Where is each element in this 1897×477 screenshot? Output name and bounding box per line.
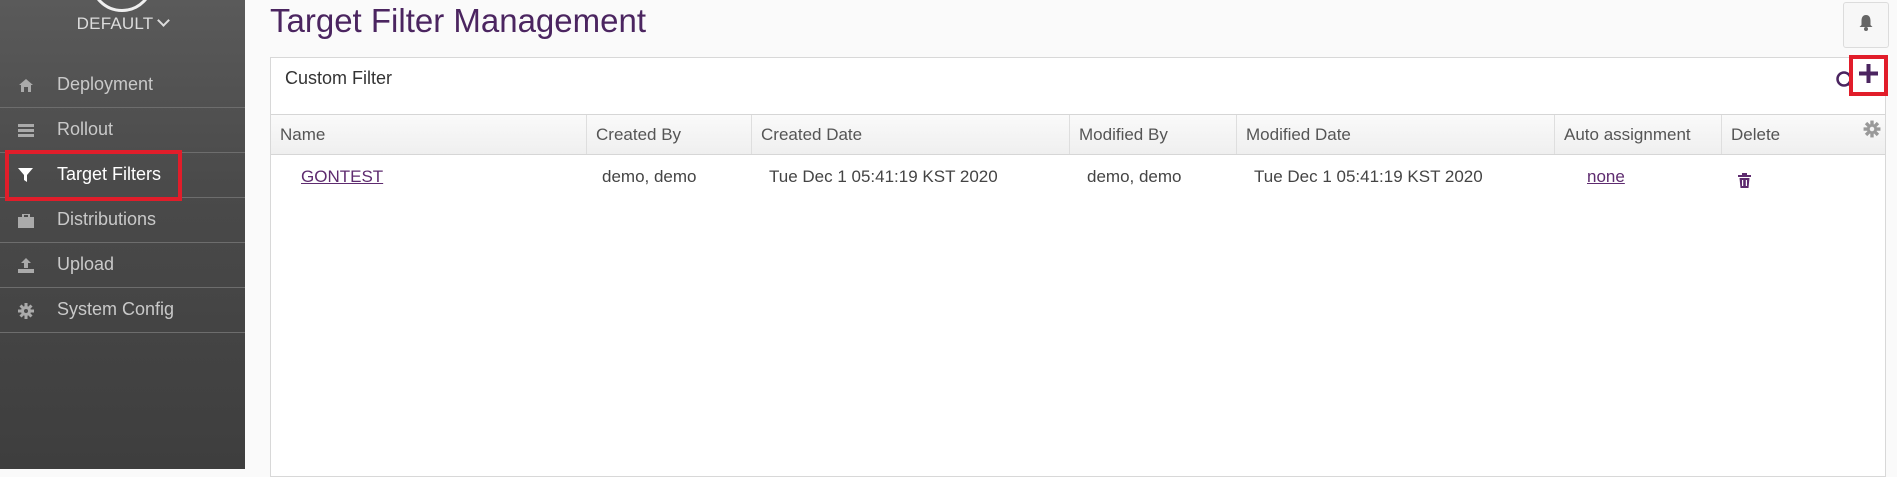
sidebar-nav: Deployment Rollout Target Filters Distri… (0, 63, 245, 333)
tenant-label: DEFAULT (76, 14, 154, 33)
sidebar-item-system-config[interactable]: System Config (0, 288, 245, 333)
plus-icon (1859, 63, 1878, 88)
modified-by-cell: demo, demo (1087, 167, 1182, 186)
bell-icon (1858, 14, 1874, 36)
tenant-selector[interactable]: DEFAULT (0, 14, 245, 34)
chevron-down-icon (157, 14, 171, 27)
sidebar-item-rollout[interactable]: Rollout (0, 108, 245, 153)
list-icon (17, 122, 34, 139)
panel-header: Custom Filter (271, 55, 1888, 115)
sidebar-item-upload[interactable]: Upload (0, 243, 245, 288)
created-date-cell: Tue Dec 1 05:41:19 KST 2020 (769, 167, 998, 186)
sidebar-item-label: Target Filters (57, 164, 162, 184)
column-header-modified-by[interactable]: Modified By (1070, 115, 1237, 154)
table-header: Name Created By Created Date Modified By… (271, 115, 1885, 155)
filter-name-link[interactable]: GONTEST (301, 167, 383, 187)
custom-filter-panel: Custom Filter Name Created By Created Da… (270, 55, 1888, 477)
add-filter-button[interactable] (1849, 55, 1888, 96)
gear-icon (17, 302, 34, 319)
notification-button[interactable] (1843, 2, 1889, 48)
column-header-created-by[interactable]: Created By (587, 115, 752, 154)
sidebar-item-deployment[interactable]: Deployment (0, 63, 245, 108)
sidebar-item-label: System Config (57, 299, 175, 319)
column-header-created-date[interactable]: Created Date (752, 115, 1070, 154)
sidebar-item-label: Deployment (57, 74, 154, 94)
upload-icon (17, 257, 34, 274)
auto-assignment-link[interactable]: none (1587, 167, 1625, 187)
filter-icon (17, 167, 34, 184)
avatar[interactable] (90, 0, 154, 12)
panel-title: Custom Filter (285, 68, 393, 88)
sidebar-item-label: Distributions (57, 209, 157, 229)
sidebar: DEFAULT Deployment Rollout Target Filter… (0, 0, 245, 469)
briefcase-icon (17, 212, 34, 229)
trash-icon[interactable] (1738, 173, 1752, 189)
column-header-modified-date[interactable]: Modified Date (1237, 115, 1555, 154)
created-by-cell: demo, demo (602, 167, 697, 186)
home-icon (17, 77, 34, 94)
column-header-delete[interactable]: Delete (1722, 115, 1867, 154)
modified-date-cell: Tue Dec 1 05:41:19 KST 2020 (1254, 167, 1483, 186)
sidebar-item-target-filters[interactable]: Target Filters (0, 153, 245, 198)
column-header-auto-assignment[interactable]: Auto assignment (1555, 115, 1722, 154)
sidebar-item-label: Upload (57, 254, 115, 274)
page-title: Target Filter Management (270, 2, 647, 39)
column-settings-icon[interactable] (1863, 120, 1883, 140)
column-header-name[interactable]: Name (271, 115, 587, 154)
table-row[interactable]: GONTEST demo, demo Tue Dec 1 05:41:19 KS… (271, 155, 1885, 200)
sidebar-item-label: Rollout (57, 119, 114, 139)
sidebar-item-distributions[interactable]: Distributions (0, 198, 245, 243)
